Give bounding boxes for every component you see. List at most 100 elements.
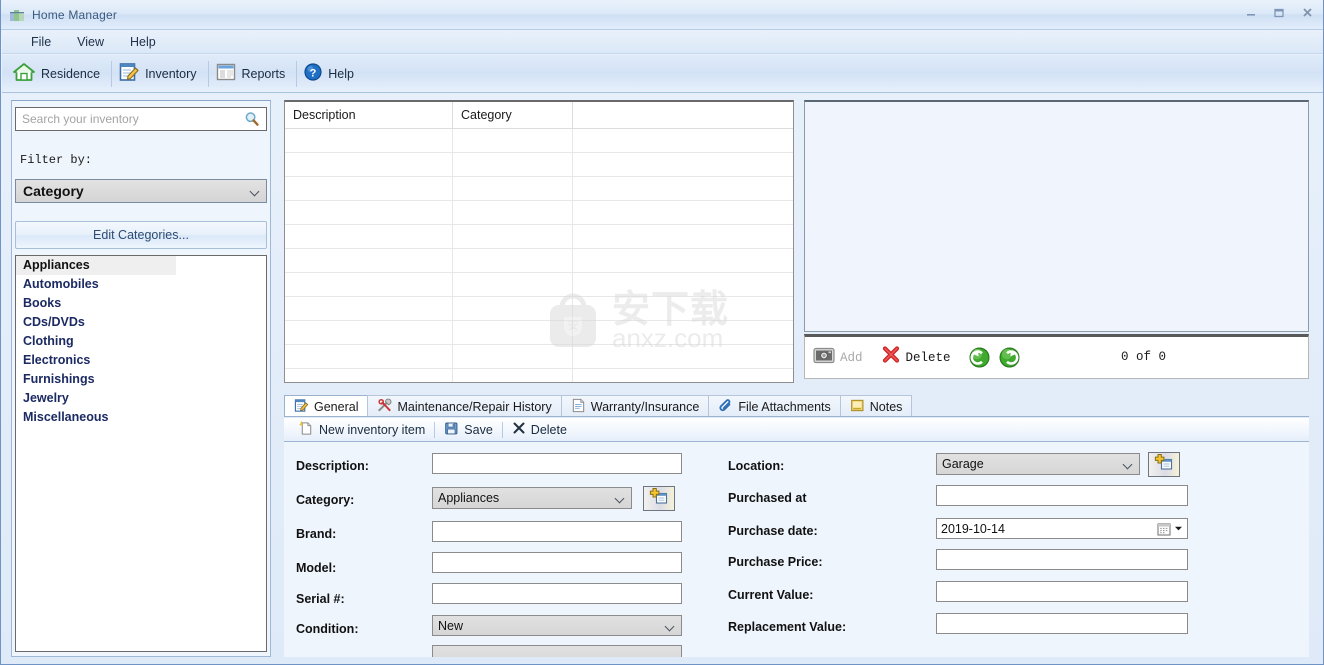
- chevron-down-icon: [1123, 459, 1133, 469]
- list-item[interactable]: Jewelry: [16, 389, 266, 408]
- table-row[interactable]: [285, 273, 793, 297]
- new-inventory-item-button[interactable]: New inventory item: [290, 420, 434, 439]
- chevron-down-icon: [250, 186, 260, 196]
- toolbar-button-reports[interactable]: Reports: [211, 58, 295, 90]
- table-row[interactable]: [285, 129, 793, 153]
- table-row[interactable]: [285, 321, 793, 345]
- table-row[interactable]: [285, 153, 793, 177]
- table-row[interactable]: [285, 201, 793, 225]
- tab-file-attachments[interactable]: File Attachments: [708, 395, 841, 417]
- tab-general-label: General: [314, 399, 359, 414]
- inventory-grid[interactable]: Description Category 安 安下载 anxz.com: [284, 100, 794, 383]
- condition-select[interactable]: New: [432, 615, 682, 636]
- replacement-value-input[interactable]: [936, 613, 1188, 634]
- item-detail-form: Description: Category: Appliances Brand:…: [284, 442, 1309, 657]
- grid-column-description[interactable]: Description: [285, 102, 453, 129]
- image-preview-panel: [804, 100, 1309, 332]
- table-row[interactable]: [285, 177, 793, 201]
- title-bar: Home Manager: [1, 0, 1323, 30]
- purchased-at-input[interactable]: [936, 485, 1188, 506]
- menu-item-view[interactable]: View: [64, 32, 117, 52]
- table-row[interactable]: [285, 297, 793, 321]
- magnifier-icon[interactable]: [244, 111, 260, 127]
- list-item[interactable]: Furnishings: [16, 370, 266, 389]
- add-category-button[interactable]: [643, 486, 675, 511]
- category-select[interactable]: Appliances: [432, 487, 632, 509]
- add-location-button[interactable]: [1148, 452, 1180, 477]
- list-item[interactable]: Appliances: [16, 256, 176, 275]
- grid-column-filler[interactable]: [573, 102, 793, 129]
- current-value-input[interactable]: [936, 581, 1188, 602]
- category-list[interactable]: Appliances Automobiles Books CDs/DVDs Cl…: [15, 255, 267, 652]
- save-button[interactable]: Save: [435, 421, 502, 439]
- table-row[interactable]: [285, 345, 793, 369]
- toolbar-button-inventory-label: Inventory: [145, 66, 197, 81]
- extra-field-partial[interactable]: [432, 645, 682, 657]
- green-left-arrow-icon[interactable]: [969, 347, 990, 368]
- minimize-button[interactable]: [1237, 2, 1265, 23]
- tab-warranty-insurance[interactable]: Warranty/Insurance: [560, 395, 710, 417]
- menu-item-file[interactable]: File: [18, 32, 64, 52]
- close-button[interactable]: [1293, 2, 1321, 23]
- tab-warranty-insurance-label: Warranty/Insurance: [590, 399, 700, 414]
- photo-counter: 0 of 0: [1121, 350, 1167, 364]
- list-item[interactable]: Automobiles: [16, 275, 266, 294]
- search-box[interactable]: [15, 107, 267, 131]
- toolbar-button-residence[interactable]: Residence: [8, 58, 109, 90]
- filter-category-combo[interactable]: Category: [15, 179, 267, 203]
- table-row[interactable]: [285, 225, 793, 249]
- house-icon: [12, 60, 36, 87]
- list-item[interactable]: Electronics: [16, 351, 266, 370]
- serial-input[interactable]: [432, 583, 682, 604]
- edit-categories-button[interactable]: Edit Categories...: [15, 221, 267, 249]
- purchase-price-input[interactable]: [936, 549, 1188, 570]
- delete-button[interactable]: Delete: [503, 421, 576, 438]
- application-window: Home Manager File View Help Residence In…: [0, 0, 1324, 665]
- description-input[interactable]: [432, 453, 682, 474]
- list-item[interactable]: CDs/DVDs: [16, 313, 266, 332]
- location-select[interactable]: Garage: [936, 453, 1140, 475]
- filter-by-label: Filter by:: [20, 153, 93, 167]
- green-right-arrow-icon[interactable]: [999, 347, 1020, 368]
- label-purchased-at: Purchased at: [728, 491, 807, 505]
- sidebar-panel: Filter by: Category Edit Categories... A…: [11, 100, 271, 657]
- grid-body: [285, 129, 793, 382]
- add-photo-label: Add: [840, 350, 863, 365]
- chevron-down-icon: [1175, 526, 1182, 531]
- add-photo-button[interactable]: Add: [813, 346, 873, 369]
- tab-general[interactable]: General: [284, 395, 369, 417]
- add-record-icon: [649, 487, 669, 510]
- menu-bar: File View Help: [2, 30, 1323, 54]
- tools-icon: [377, 398, 392, 416]
- model-input[interactable]: [432, 552, 682, 573]
- question-mark-icon: ?: [303, 62, 323, 85]
- brand-input[interactable]: [432, 521, 682, 542]
- save-label: Save: [464, 422, 493, 437]
- grid-column-category[interactable]: Category: [453, 102, 573, 129]
- toolbar-separator: [296, 60, 298, 87]
- maximize-button[interactable]: [1265, 2, 1293, 23]
- label-purchase-price: Purchase Price:: [728, 555, 823, 569]
- calendar-icon[interactable]: [1157, 522, 1183, 536]
- tab-maintenance-repair-history-label: Maintenance/Repair History: [397, 399, 552, 414]
- menu-item-help[interactable]: Help: [117, 32, 169, 52]
- toolbar-button-inventory[interactable]: Inventory: [114, 58, 205, 90]
- toolbar-button-reports-label: Reports: [241, 66, 286, 81]
- tab-maintenance-repair-history[interactable]: Maintenance/Repair History: [367, 395, 562, 417]
- svg-text:?: ?: [310, 68, 317, 80]
- list-item[interactable]: Books: [16, 294, 266, 313]
- table-row[interactable]: [285, 369, 793, 382]
- label-serial: Serial #:: [296, 592, 345, 606]
- label-brand: Brand:: [296, 527, 337, 541]
- list-item[interactable]: Miscellaneous: [16, 408, 266, 427]
- window-title: Home Manager: [32, 7, 118, 22]
- purchase-date-field[interactable]: 2019-10-14: [936, 518, 1188, 539]
- search-input[interactable]: [16, 111, 244, 127]
- delete-photo-button[interactable]: Delete: [873, 345, 961, 370]
- tab-notes[interactable]: Notes: [839, 395, 913, 417]
- table-row[interactable]: [285, 249, 793, 273]
- list-item[interactable]: Clothing: [16, 332, 266, 351]
- filter-category-value: Category: [23, 183, 84, 199]
- image-toolbar: Add Delete 0 of 0: [804, 334, 1309, 379]
- toolbar-button-help[interactable]: ? Help: [299, 58, 363, 90]
